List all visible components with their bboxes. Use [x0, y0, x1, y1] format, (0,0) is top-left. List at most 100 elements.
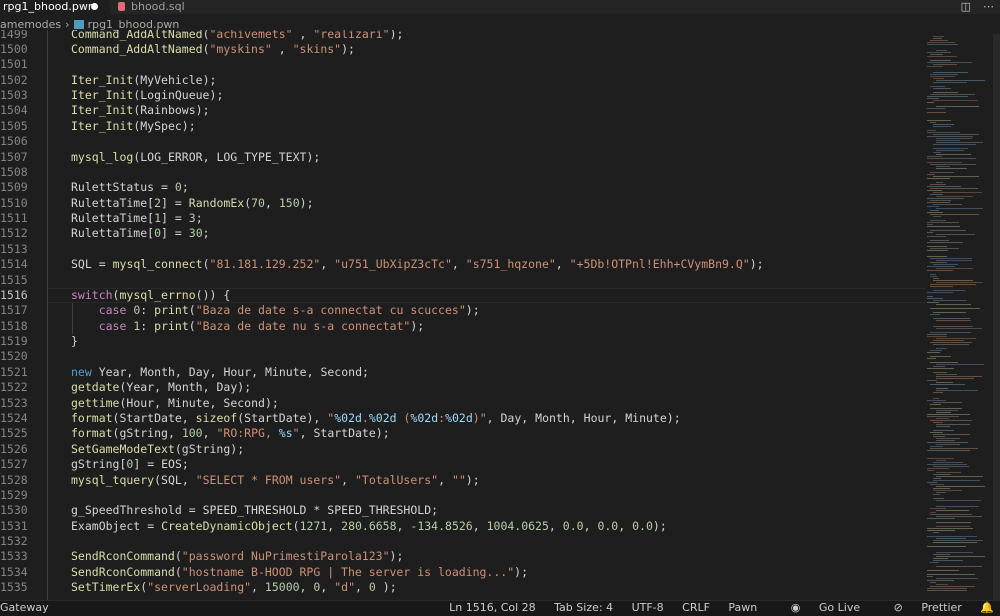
code-line[interactable]: 1515 [0, 273, 925, 288]
minimap-line [927, 136, 973, 137]
minimap-line [930, 342, 972, 343]
code-line[interactable]: 1533 SendRconCommand("password NuPrimesti… [0, 549, 925, 564]
minimap-line [933, 264, 958, 265]
code-text: Command_AddAltNamed("achivemets" , "real… [71, 30, 404, 41]
code-line[interactable]: 1505 Iter_Init(MySpec); [0, 119, 925, 134]
code-line[interactable]: 1524 format(StartDate, sizeof(StartDate),… [0, 411, 925, 426]
unsaved-dot-icon[interactable] [91, 3, 98, 10]
status-bar: Gateway Ln 1516, Col 28 Tab Size: 4 UTF-… [0, 600, 1000, 616]
status-gateway[interactable]: Gateway [0, 601, 49, 615]
encoding[interactable]: UTF-8 [632, 601, 664, 614]
line-number: 1509 [0, 180, 28, 195]
code-line[interactable]: 1499 Command_AddAltNamed("achivemets" , "… [0, 30, 925, 42]
code-line[interactable]: 1523 gettime(Hour, Minute, Second); [0, 396, 925, 411]
code-line[interactable]: 1528 mysql_tquery(SQL, "SELECT * FROM use… [0, 473, 925, 488]
code-line[interactable]: 1520 [0, 349, 925, 364]
vertical-scrollbar[interactable] [993, 34, 1000, 600]
code-line[interactable]: 1530 g_SpeedThreshold = SPEED_THRESHOLD *… [0, 503, 925, 518]
split-editor-icon[interactable]: ◫ [961, 0, 971, 13]
minimap-line [927, 570, 959, 571]
code-line[interactable]: 1504 Iter_Init(Rainbows); [0, 103, 925, 118]
code-line[interactable]: 1517 case 0: print("Baza de date s-a con… [0, 303, 925, 318]
minimap-line [927, 96, 968, 97]
eol[interactable]: CRLF [682, 601, 710, 614]
minimap-line [930, 586, 975, 587]
code-text: RulettaTime[2] = RandomEx(70, 150); [71, 195, 314, 210]
code-line[interactable]: 1508 [0, 165, 925, 180]
code-line[interactable]: 1521 new Year, Month, Day, Hour, Minute, … [0, 365, 925, 380]
line-number: 1530 [0, 503, 28, 518]
minimap-line [927, 132, 960, 133]
more-actions-icon[interactable]: ⋯ [983, 0, 994, 13]
code-line[interactable]: 1531 ExamObject = CreateDynamicObject(127… [0, 519, 925, 534]
minimap-line [933, 422, 943, 423]
code-text: g_SpeedThreshold = SPEED_THRESHOLD * SPE… [71, 503, 439, 518]
code-text: RulettaTime[1] = 3; [71, 211, 203, 226]
minimap-line [927, 108, 945, 109]
go-live-button[interactable]: ◉ Go Live [776, 601, 860, 614]
minimap-line [936, 418, 949, 419]
minimap-line [930, 350, 942, 351]
notification-bell-icon[interactable]: 🔔 [980, 601, 994, 614]
minimap-line [927, 222, 959, 223]
minimap-line [936, 168, 967, 169]
minimap-line [930, 508, 946, 509]
code-line[interactable]: 1503 Iter_Init(LoginQueue); [0, 88, 925, 103]
code-line[interactable]: 1500 Command_AddAltNamed("myskins" , "ski… [0, 42, 925, 57]
minimap-line [930, 86, 945, 87]
code-line[interactable]: 1510 RulettaTime[2] = RandomEx(70, 150); [0, 196, 925, 211]
minimap-line [930, 184, 946, 185]
minimap-line [927, 174, 935, 175]
code-line[interactable]: 1514 SQL = mysql_connect("81.181.129.252"… [0, 257, 925, 272]
code-line[interactable]: 1507 mysql_log(LOG_ERROR, LOG_TYPE_TEXT); [0, 150, 925, 165]
code-line[interactable]: 1526 SetGameModeText(gString); [0, 442, 925, 457]
code-text: case 0: print("Baza de date s-a connecta… [98, 303, 480, 318]
minimap-line [933, 344, 969, 345]
language-mode[interactable]: Pawn [728, 601, 757, 614]
minimap-line [933, 554, 950, 555]
code-editor[interactable]: 1499 Command_AddAltNamed("achivemets" , "… [0, 30, 925, 600]
code-line[interactable]: 1512 RulettaTime[0] = 30; [0, 226, 925, 241]
code-line[interactable]: 1516 switch(mysql_errno()) { [0, 288, 925, 303]
line-number: 1522 [0, 380, 28, 395]
prettier-button[interactable]: ⊘ Prettier [879, 601, 962, 614]
code-line[interactable]: 1501 [0, 57, 925, 72]
code-line[interactable]: 1522 getdate(Year, Month, Day); [0, 380, 925, 395]
code-text: } [71, 334, 78, 349]
minimap-line [927, 212, 943, 213]
minimap-line [936, 516, 982, 517]
minimap-line [936, 142, 983, 143]
minimap-line [930, 284, 976, 285]
minimap-line [936, 492, 946, 493]
tab-size[interactable]: Tab Size: 4 [554, 601, 613, 614]
minimap-line [930, 582, 936, 583]
code-line[interactable]: 1502 Iter_Init(MyVehicle); [0, 73, 925, 88]
minimap-line [933, 126, 951, 127]
cursor-position[interactable]: Ln 1516, Col 28 [449, 601, 536, 614]
minimap-line [927, 190, 942, 191]
code-line[interactable]: 1513 [0, 242, 925, 257]
tab-bhood-sql[interactable]: bhood.sql [110, 0, 220, 14]
minimap-line [930, 356, 951, 357]
code-line[interactable]: 1518 case 1: print("Baza de date nu s-a … [0, 319, 925, 334]
minimap-line [933, 216, 941, 217]
minimap-line [930, 164, 976, 165]
code-line[interactable]: 1534 SendRconCommand("hostname B-HOOD RPG… [0, 565, 925, 580]
code-line[interactable]: 1506 [0, 134, 925, 149]
code-line[interactable]: 1529 [0, 488, 925, 503]
code-line[interactable]: 1525 format(gString, 100, "RO:RPG, %s", S… [0, 426, 925, 441]
code-line[interactable]: 1511 RulettaTime[1] = 3; [0, 211, 925, 226]
tab-rpg1-bhood[interactable]: rpg1_bhood.pwn [0, 0, 110, 14]
line-number: 1503 [0, 88, 28, 103]
minimap-line [936, 140, 960, 141]
code-line[interactable]: 1535 SetTimerEx("serverLoading", 15000, 0… [0, 580, 925, 595]
code-line[interactable]: 1527 gString[0] = EOS; [0, 457, 925, 472]
minimap-line [927, 256, 947, 257]
code-line[interactable]: 1509 RulettStatus = 0; [0, 180, 925, 195]
minimap-line [927, 246, 947, 247]
code-line[interactable]: 1519} [0, 334, 925, 349]
code-line[interactable]: 1532 [0, 534, 925, 549]
minimap-line [936, 388, 948, 389]
minimap-line [927, 302, 939, 303]
minimap[interactable] [925, 34, 1000, 600]
